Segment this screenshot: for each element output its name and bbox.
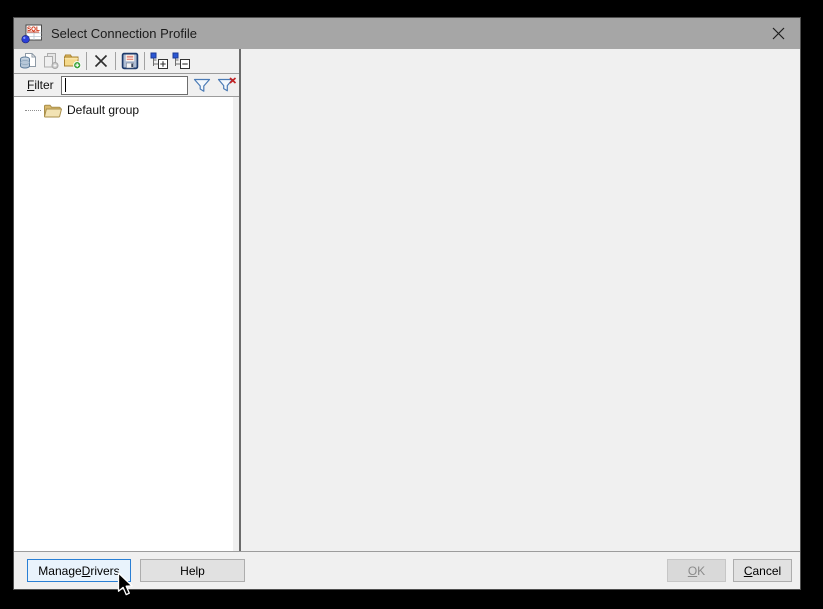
expand-all-icon (150, 52, 169, 70)
filter-funnel-icon (193, 78, 211, 93)
profile-toolbar (14, 49, 239, 74)
copy-profile-button[interactable] (39, 50, 61, 72)
delete-profile-button[interactable] (90, 50, 112, 72)
toolbar-separator (86, 52, 87, 70)
filter-input[interactable] (61, 76, 188, 95)
new-profile-icon (19, 52, 37, 70)
profile-list-panel: Filter (14, 49, 239, 551)
collapse-all-icon (172, 52, 191, 70)
tree-item-label: Default group (67, 103, 139, 117)
profile-detail-panel (241, 49, 800, 551)
close-icon (772, 27, 785, 40)
profile-tree[interactable]: Default group (14, 97, 233, 551)
apply-filter-button[interactable] (191, 75, 213, 95)
save-profiles-button[interactable] (119, 50, 141, 72)
expand-all-button[interactable] (148, 50, 170, 72)
cancel-button[interactable]: Cancel (733, 559, 792, 582)
filter-label: Filter (27, 78, 54, 92)
toolbar-separator (144, 52, 145, 70)
desktop-background: SQL Select Connection Profile (0, 0, 823, 609)
dialog-title: Select Connection Profile (51, 26, 756, 41)
new-folder-icon (63, 52, 82, 70)
manage-drivers-button[interactable]: Manage Drivers (27, 559, 131, 582)
clear-filter-button[interactable] (216, 75, 238, 95)
new-profile-button[interactable] (17, 50, 39, 72)
folder-icon (43, 103, 62, 118)
filter-clear-icon (217, 77, 237, 93)
delete-icon (93, 53, 109, 69)
main-area: Filter (14, 49, 800, 551)
sql-workbench-app-icon: SQL (21, 24, 43, 44)
select-connection-profile-dialog: SQL Select Connection Profile (13, 17, 801, 590)
tree-connector-line (25, 110, 41, 111)
copy-profile-icon (41, 52, 59, 70)
save-icon (121, 52, 139, 70)
mouse-cursor (117, 572, 135, 598)
toolbar-separator (115, 52, 116, 70)
ok-button[interactable]: OK (667, 559, 726, 582)
filter-row: Filter (14, 74, 239, 97)
titlebar[interactable]: SQL Select Connection Profile (14, 18, 800, 49)
help-button[interactable]: Help (140, 559, 245, 582)
close-button[interactable] (756, 18, 800, 49)
text-caret (65, 78, 66, 92)
collapse-all-button[interactable] (170, 50, 192, 72)
filter-input-wrap (61, 76, 188, 95)
new-folder-button[interactable] (61, 50, 83, 72)
tree-item-default-group[interactable]: Default group (14, 101, 233, 119)
